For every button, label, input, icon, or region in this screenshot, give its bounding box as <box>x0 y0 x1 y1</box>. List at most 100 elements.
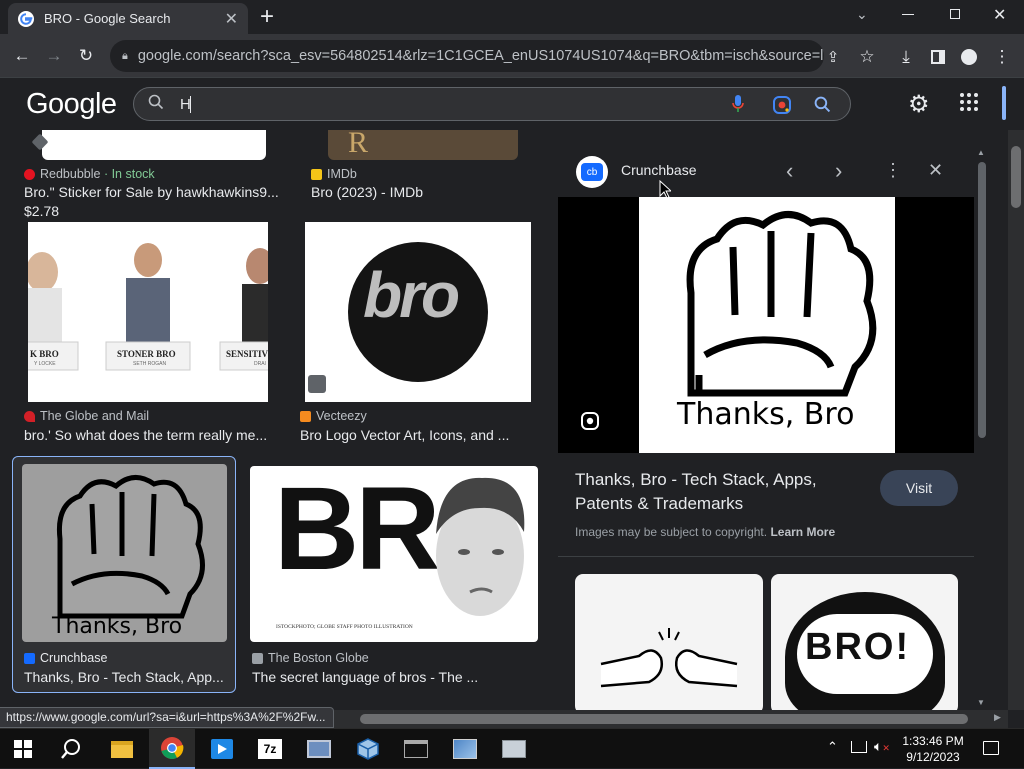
redbubble-favicon-icon <box>24 168 35 180</box>
globe-mail-favicon-icon <box>24 410 35 422</box>
bookmark-star-icon[interactable]: ☆ <box>856 46 878 68</box>
lock-icon: 🔒︎ <box>122 49 128 62</box>
result-title-vecteezy[interactable]: Bro Logo Vector Art, Icons, and ... <box>300 427 530 443</box>
taskbar-chrome[interactable] <box>149 729 195 769</box>
fist-bump-drawing <box>600 628 738 688</box>
page-scrollbar-thumb[interactable] <box>1011 146 1021 208</box>
result-title-redbubble[interactable]: Bro." Sticker for Sale by hawkhawkins9..… <box>24 184 284 200</box>
download-icon[interactable]: ⤓ <box>895 46 917 68</box>
panel-scrollbar[interactable]: ▲ ▼ <box>974 146 990 710</box>
volume-muted-icon[interactable]: 🔈︎✕ <box>874 738 890 755</box>
notification-center-icon[interactable] <box>983 741 999 755</box>
7zip-icon: 7z <box>258 739 282 759</box>
taskbar-search-icon <box>61 739 80 759</box>
horizontal-scrollbar-thumb[interactable] <box>360 714 968 724</box>
browser-tab[interactable]: BRO - Google Search ✕ <box>8 3 248 34</box>
taskbar-virtualbox[interactable] <box>345 729 391 769</box>
related-image-1[interactable] <box>575 574 763 710</box>
page-scroll-indicator <box>1002 86 1006 120</box>
profile-avatar-icon[interactable] <box>958 46 980 68</box>
taskbar-windows98-app[interactable] <box>442 729 488 769</box>
result-source-globe-mail[interactable]: The Globe and Mail <box>24 409 149 423</box>
lens-visual-search-icon[interactable] <box>580 411 600 436</box>
crunchbase-logo-icon: cb <box>581 163 603 181</box>
search-submit-icon[interactable] <box>814 96 831 118</box>
reload-icon[interactable]: ↻ <box>74 44 98 68</box>
result-source-imdb[interactable]: IMDb <box>311 167 357 181</box>
result-title-globe-mail[interactable]: bro.' So what does the term really me... <box>24 427 274 443</box>
prev-image-icon[interactable]: ‹ <box>786 158 793 184</box>
google-logo[interactable]: Google <box>26 88 117 121</box>
visit-button[interactable]: Visit <box>880 470 958 506</box>
google-favicon-icon <box>18 10 34 27</box>
close-window-icon[interactable]: ✕ <box>993 5 1006 25</box>
taskbar-network-app[interactable] <box>296 729 342 769</box>
result-title-crunchbase[interactable]: Thanks, Bro - Tech Stack, App... <box>24 669 228 685</box>
settings-gear-icon[interactable]: ⚙ <box>908 90 930 119</box>
new-tab-button[interactable]: + <box>260 3 274 31</box>
disk-app-icon <box>502 740 526 758</box>
lens-search-icon[interactable] <box>772 95 792 120</box>
result-title-boston-globe[interactable]: The secret language of bros - The ... <box>252 669 512 685</box>
result-image-crunchbase[interactable]: Thanks, Bro <box>22 464 227 642</box>
minimize-icon[interactable] <box>902 14 914 15</box>
share-icon[interactable]: ⇪ <box>822 46 844 68</box>
panel-scrollbar-thumb[interactable] <box>978 162 986 438</box>
result-image-imdb[interactable]: R <box>328 130 518 160</box>
taskbar-disk-app[interactable] <box>491 729 537 769</box>
forward-arrow-icon[interactable]: → <box>42 44 66 68</box>
side-panel-icon[interactable] <box>927 46 949 68</box>
img-sublabel-2: SETH ROGAN <box>133 361 167 367</box>
panel-source-avatar[interactable]: cb <box>576 156 608 188</box>
imdb-poster-letter: R <box>348 130 369 159</box>
close-tab-icon[interactable]: ✕ <box>225 9 238 29</box>
preview-image[interactable]: Thanks, Bro <box>639 197 895 453</box>
text-cursor <box>190 96 191 113</box>
result-source-redbubble[interactable]: Redbubble · In stock <box>24 167 155 181</box>
related-image-2[interactable]: BRO! <box>771 574 958 710</box>
result-image-globe-mail[interactable]: K BRO STONER BRO SENSITIV Y LOCKE SETH R… <box>28 222 268 402</box>
taskbar-7zip[interactable]: 7z <box>247 729 293 769</box>
taskbar-media-app[interactable] <box>199 729 245 769</box>
image-type-icon <box>308 375 326 393</box>
image-preview-panel: cb Crunchbase ‹ › ⋮ ✕ Thanks, Bro Thanks… <box>558 146 974 710</box>
panel-result-title[interactable]: Thanks, Bro - Tech Stack, Apps, Patents … <box>575 468 855 516</box>
media-app-icon <box>211 739 233 759</box>
tab-search-icon[interactable]: ⌄ <box>856 6 868 23</box>
close-panel-icon[interactable]: ✕ <box>928 160 943 181</box>
network-tray-icon[interactable] <box>851 741 867 753</box>
result-image-vecteezy[interactable]: bro <box>305 222 531 402</box>
related-image-text: BRO! <box>805 626 911 668</box>
page-scrollbar[interactable] <box>1008 130 1024 710</box>
url-text: google.com/search?sca_esv=564802514&rlz=… <box>137 48 824 64</box>
result-title-imdb[interactable]: Bro (2023) - IMDb <box>311 184 541 200</box>
restore-icon[interactable] <box>950 9 960 19</box>
search-box[interactable]: H <box>133 87 851 121</box>
taskbar-search-button[interactable] <box>48 729 94 769</box>
voice-search-icon[interactable] <box>731 94 745 119</box>
panel-source-name[interactable]: Crunchbase <box>621 162 697 178</box>
folder-icon <box>111 740 133 758</box>
taskbar-terminal[interactable] <box>393 729 439 769</box>
apps-grid-icon[interactable] <box>960 93 978 111</box>
address-bar[interactable]: 🔒︎ google.com/search?sca_esv=564802514&r… <box>110 40 824 72</box>
result-source-boston-globe[interactable]: The Boston Globe <box>252 651 369 665</box>
taskbar-clock[interactable]: 1:33:46 PM 9/12/2023 <box>898 733 968 765</box>
result-image-boston-globe[interactable]: BR ISTOCKPHOTO; GLOBE STAFF PHOTO ILLUST… <box>250 466 538 642</box>
in-stock-badge: · In stock <box>103 167 155 181</box>
result-image-redbubble[interactable] <box>42 130 266 160</box>
back-arrow-icon[interactable]: ← <box>10 44 34 68</box>
more-options-icon[interactable]: ⋮ <box>884 160 902 181</box>
result-source-vecteezy[interactable]: Vecteezy <box>300 409 367 423</box>
result-source-crunchbase[interactable]: Crunchbase <box>24 651 107 665</box>
network-app-icon <box>307 740 331 758</box>
clock-date: 9/12/2023 <box>906 750 960 764</box>
learn-more-link[interactable]: Learn More <box>770 525 835 539</box>
taskbar-file-explorer[interactable] <box>99 729 145 769</box>
start-button[interactable] <box>0 729 46 769</box>
browser-menu-icon[interactable]: ⋮ <box>992 46 1012 68</box>
terminal-icon <box>404 740 428 758</box>
next-image-icon[interactable]: › <box>835 158 842 184</box>
preview-image-text: Thanks, Bro <box>677 397 855 432</box>
tray-overflow-icon[interactable]: ⌃ <box>827 739 838 755</box>
